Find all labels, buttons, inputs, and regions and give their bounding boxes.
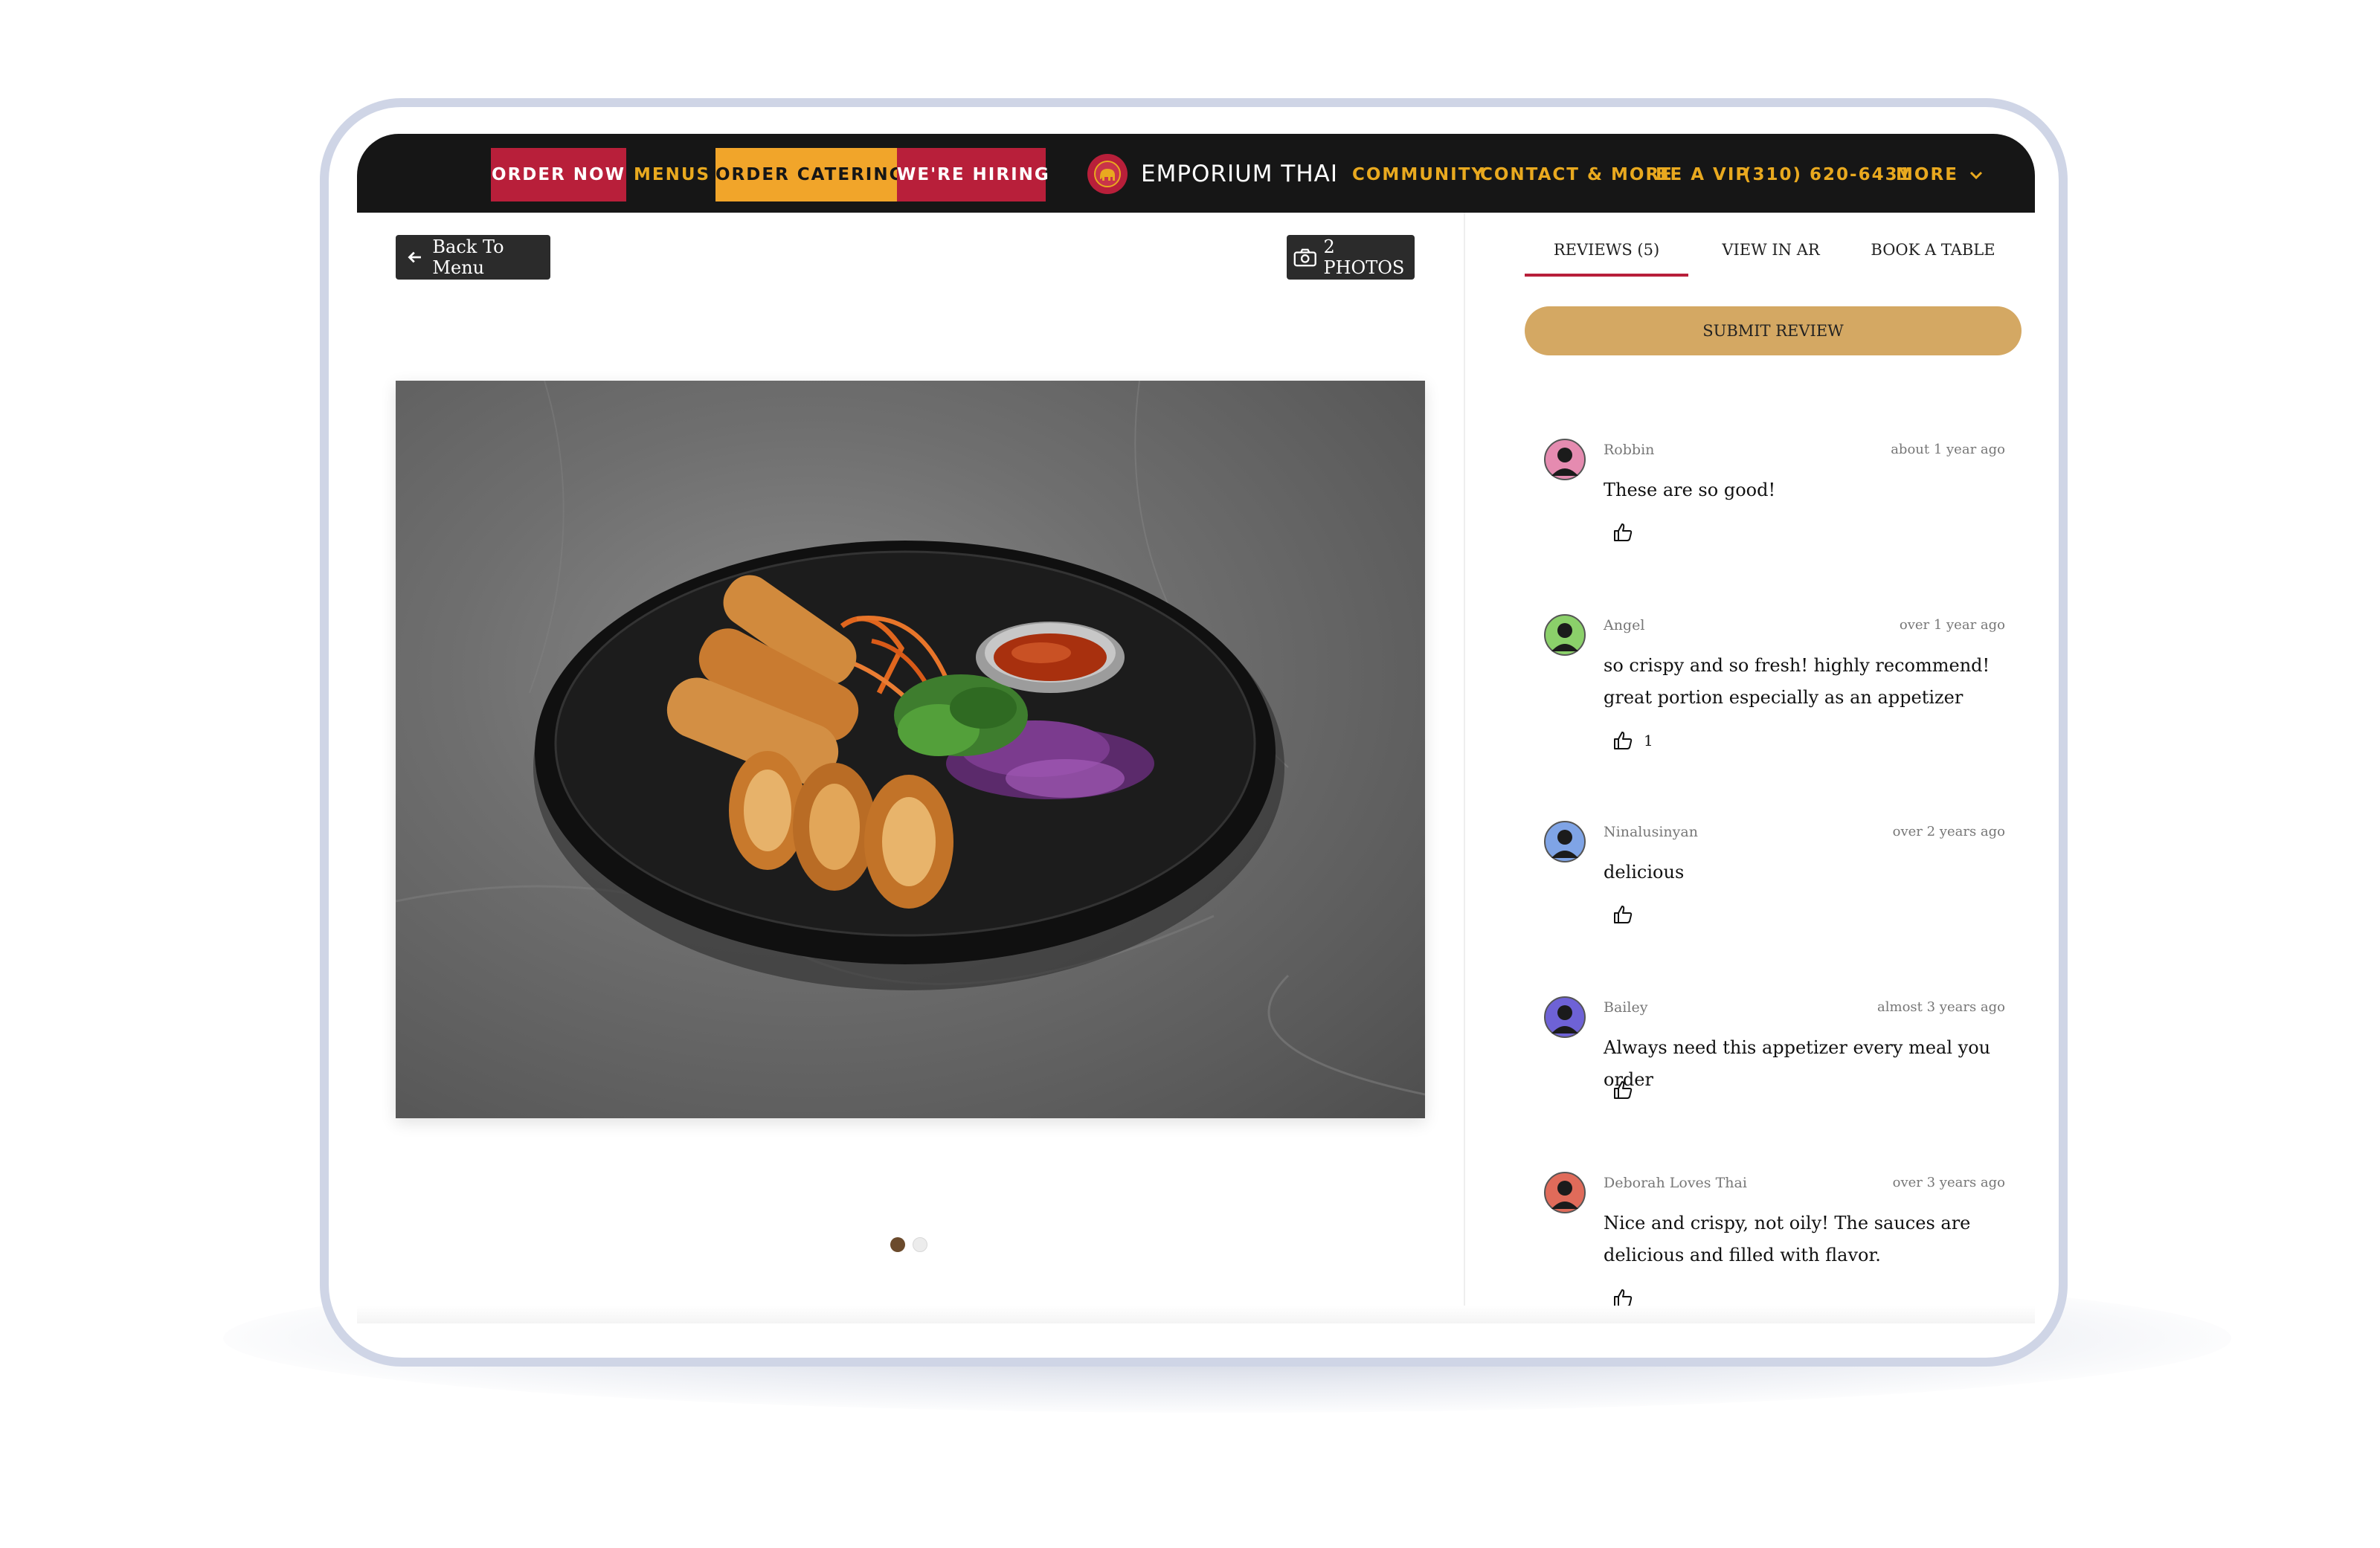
chevron-down-icon [1969, 171, 1982, 179]
spring-rolls-image [396, 381, 1425, 1096]
hiring-button[interactable]: WE'RE HIRING [897, 148, 1049, 201]
submit-review-button[interactable]: SUBMIT REVIEW [1525, 306, 2022, 355]
menus-link[interactable]: MENUS [634, 148, 709, 201]
review-text: Always need this appetizer every meal yo… [1604, 1037, 1991, 1090]
tab-book-a-table[interactable]: BOOK A TABLE [1855, 232, 2011, 291]
review-text: Nice and crispy, not oily! The sauces ar… [1604, 1213, 1971, 1265]
thumbs-up-icon [1614, 906, 1633, 923]
avatar-icon [1544, 821, 1586, 862]
review-item: Deborah Loves Thai over 3 years ago Nice… [1544, 1172, 2005, 1320]
reviewer-name: Deborah Loves Thai [1604, 1175, 1747, 1191]
avatar-icon [1544, 439, 1586, 480]
top-nav: ORDER NOW MENUS ORDER CATERING WE'RE HIR… [357, 134, 2035, 213]
review-item: Ninalusinyan over 2 years ago delicious [1544, 821, 2005, 940]
bottom-scroll-fade [357, 1306, 2035, 1323]
carousel-dot-active[interactable] [890, 1237, 905, 1252]
brand-logo-link[interactable]: EMPORIUM THAI [1087, 150, 1338, 198]
elephant-logo-icon [1087, 154, 1128, 194]
thumbs-up-icon [1614, 523, 1633, 541]
review-time: over 1 year ago [1899, 617, 2005, 633]
avatar-icon [1544, 1172, 1586, 1213]
review-time: about 1 year ago [1891, 442, 2005, 457]
order-catering-button[interactable]: ORDER CATERING [715, 148, 903, 201]
active-tab-indicator [1525, 274, 1688, 277]
avatar-icon [1544, 996, 1586, 1038]
photos-button[interactable]: 2 PHOTOS [1287, 235, 1415, 280]
thumbs-up-icon [1614, 1081, 1633, 1099]
review-time: over 3 years ago [1892, 1175, 2005, 1190]
more-menu[interactable]: MORE [1880, 148, 1999, 201]
tab-reviews[interactable]: REVIEWS (5) [1525, 232, 1688, 291]
review-item: Angel over 1 year ago so crispy and so f… [1544, 614, 2005, 763]
tab-view-in-ar[interactable]: VIEW IN AR [1693, 232, 1849, 291]
review-text: delicious [1604, 862, 1685, 883]
review-text: These are so good! [1604, 480, 1776, 500]
community-link[interactable]: COMMUNITY [1352, 148, 1484, 201]
more-label: MORE [1896, 165, 1958, 184]
photos-count-label: 2 PHOTOS [1323, 236, 1405, 278]
camera-icon [1293, 248, 1316, 267]
like-button[interactable] [1612, 522, 1644, 543]
review-time: over 2 years ago [1892, 824, 2005, 839]
brand-name: EMPORIUM THAI [1141, 161, 1338, 187]
back-to-menu-label: Back To Menu [432, 236, 504, 278]
reviewer-name: Angel [1604, 617, 1645, 633]
screen: ORDER NOW MENUS ORDER CATERING WE'RE HIR… [357, 134, 2035, 1323]
reviewer-name: Ninalusinyan [1604, 824, 1698, 840]
dish-photo[interactable] [396, 381, 1425, 1118]
vip-link[interactable]: BE A VIP [1656, 148, 1748, 201]
reviewer-name: Robbin [1604, 442, 1655, 458]
like-button[interactable] [1612, 1080, 1644, 1100]
carousel-dots [890, 1237, 927, 1252]
like-button[interactable]: 1 [1612, 730, 1653, 751]
review-item: Bailey almost 3 years ago Always need th… [1544, 996, 2005, 1115]
review-time: almost 3 years ago [1877, 999, 2005, 1015]
avatar-icon [1544, 614, 1586, 656]
review-text: so crispy and so fresh! highly recommend… [1604, 655, 1990, 708]
contact-link[interactable]: CONTACT & MORE [1480, 148, 1672, 201]
review-item: Robbin about 1 year ago These are so goo… [1544, 439, 2005, 558]
order-now-button[interactable]: ORDER NOW [491, 148, 626, 201]
panel-divider [1464, 213, 1465, 1323]
reviewer-name: Bailey [1604, 999, 1648, 1016]
like-count: 1 [1644, 732, 1653, 749]
arrow-left-icon [408, 251, 421, 263]
thumbs-up-icon [1614, 732, 1633, 749]
phone-link[interactable]: (310) 620-6431 [1743, 148, 1911, 201]
back-to-menu-button[interactable]: Back To Menu [396, 235, 550, 280]
like-button[interactable] [1612, 904, 1644, 925]
carousel-dot[interactable] [913, 1237, 927, 1252]
